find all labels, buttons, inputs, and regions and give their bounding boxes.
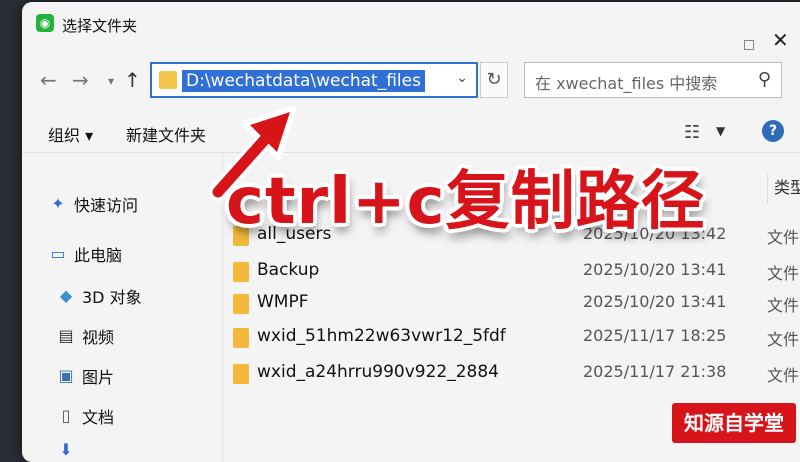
file-type: 文件 [767, 366, 800, 385]
pin-icon: ✦ [51, 194, 65, 213]
sidebar-item-label: 文档 [82, 408, 115, 427]
folder-icon [159, 71, 177, 89]
search-input[interactable]: 在 xwechat_files 中搜索 ⚲ [524, 62, 782, 98]
close-button[interactable]: ✕ [772, 28, 789, 52]
address-bar[interactable]: D:\wechatdata\wechat_files ⌄ [150, 62, 478, 98]
file-name: Backup [257, 260, 320, 280]
back-arrow-icon[interactable]: ← [40, 68, 57, 92]
file-type: 文件 [767, 264, 800, 283]
navigation-bar: ← → ▾ ↑ D:\wechatdata\wechat_files ⌄ ↻ 在… [22, 60, 800, 100]
sidebar-item-pictures[interactable]: ▣ 图片 [56, 362, 114, 390]
sidebar-item-label: 此电脑 [74, 246, 123, 265]
sidebar-item-label: 视频 [82, 328, 115, 347]
download-icon: ⬇ [59, 440, 73, 459]
up-arrow-icon[interactable]: ↑ [124, 68, 141, 92]
view-options-icon[interactable]: ☷ [684, 122, 700, 143]
navigation-pane: ✦ 快速访问 ▭ 此电脑 ◆ 3D 对象 ▤ 视频 ▣ 图片 ▯ 文档 ⬇ [22, 152, 212, 459]
file-date: 2025/11/17 18:25 [583, 326, 727, 345]
refresh-button[interactable]: ↻ [480, 62, 508, 98]
list-item[interactable]: wxid_a24hrru990v922_2884 2025/11/17 21:3… [229, 358, 800, 388]
list-item[interactable]: WMPF 2025/10/20 13:41 文件 [229, 288, 800, 318]
list-item[interactable]: wxid_51hm22w63vwr12_5fdf 2025/11/17 18:2… [229, 322, 800, 352]
picture-icon: ▣ [58, 366, 74, 385]
help-button[interactable]: ? [762, 120, 784, 142]
sidebar-item-label: 图片 [82, 368, 115, 387]
sidebar-item-label: 3D 对象 [82, 288, 142, 307]
file-type: 文件 [767, 228, 800, 247]
file-type: 文件 [767, 296, 800, 315]
address-path[interactable]: D:\wechatdata\wechat_files [182, 70, 425, 92]
folder-icon [233, 364, 249, 384]
sidebar-item-quick-access[interactable]: ✦ 快速访问 [48, 190, 138, 218]
sidebar-item-this-pc[interactable]: ▭ 此电脑 [48, 240, 122, 268]
folder-icon [233, 294, 249, 314]
chevron-down-icon[interactable]: ⌄ [456, 70, 468, 86]
file-name: WMPF [257, 292, 309, 312]
command-bar: 组织 ▾ 新建文件夹 ☷ ▼ ? [22, 112, 800, 153]
sidebar-item-3d-objects[interactable]: ◆ 3D 对象 [56, 282, 142, 310]
list-item[interactable]: Backup 2025/10/20 13:41 文件 [229, 256, 800, 286]
sidebar-item-documents[interactable]: ▯ 文档 [56, 402, 114, 430]
watermark-badge: 知源自学堂 [672, 403, 796, 443]
file-name: wxid_51hm22w63vwr12_5fdf [257, 326, 506, 346]
computer-icon: ▭ [50, 244, 66, 263]
overlay-caption: ctrl+c复制路径 [226, 165, 706, 239]
search-placeholder: 在 xwechat_files 中搜索 [535, 74, 718, 93]
document-icon: ▯ [61, 406, 71, 425]
recent-locations-chevron-icon[interactable]: ▾ [108, 74, 114, 88]
organize-button[interactable]: 组织 ▾ [48, 122, 93, 146]
sidebar-item-videos[interactable]: ▤ 视频 [56, 322, 114, 350]
cube-icon: ◆ [59, 286, 73, 305]
sidebar-item-downloads[interactable]: ⬇ [56, 436, 82, 462]
wechat-icon: ◉ [36, 14, 54, 32]
new-folder-button[interactable]: 新建文件夹 [126, 122, 206, 146]
file-name: wxid_a24hrru990v922_2884 [257, 362, 499, 382]
title-bar: ◉ 选择文件夹 ✕ [22, 2, 800, 52]
chevron-down-icon[interactable]: ▼ [716, 124, 725, 138]
forward-arrow-icon[interactable]: → [72, 68, 89, 92]
column-header-type[interactable]: 类型 [767, 174, 800, 204]
file-date: 2025/10/20 13:41 [583, 260, 727, 279]
video-icon: ▤ [58, 326, 74, 345]
sidebar-item-label: 快速访问 [74, 196, 139, 215]
folder-icon [233, 262, 249, 282]
file-type: 文件 [767, 330, 800, 349]
restore-icon [744, 40, 754, 50]
search-icon[interactable]: ⚲ [758, 69, 771, 90]
file-date: 2025/10/20 13:41 [583, 292, 727, 311]
file-date: 2025/11/17 21:38 [583, 362, 727, 381]
window-title: 选择文件夹 [62, 17, 138, 35]
folder-icon [233, 328, 249, 348]
